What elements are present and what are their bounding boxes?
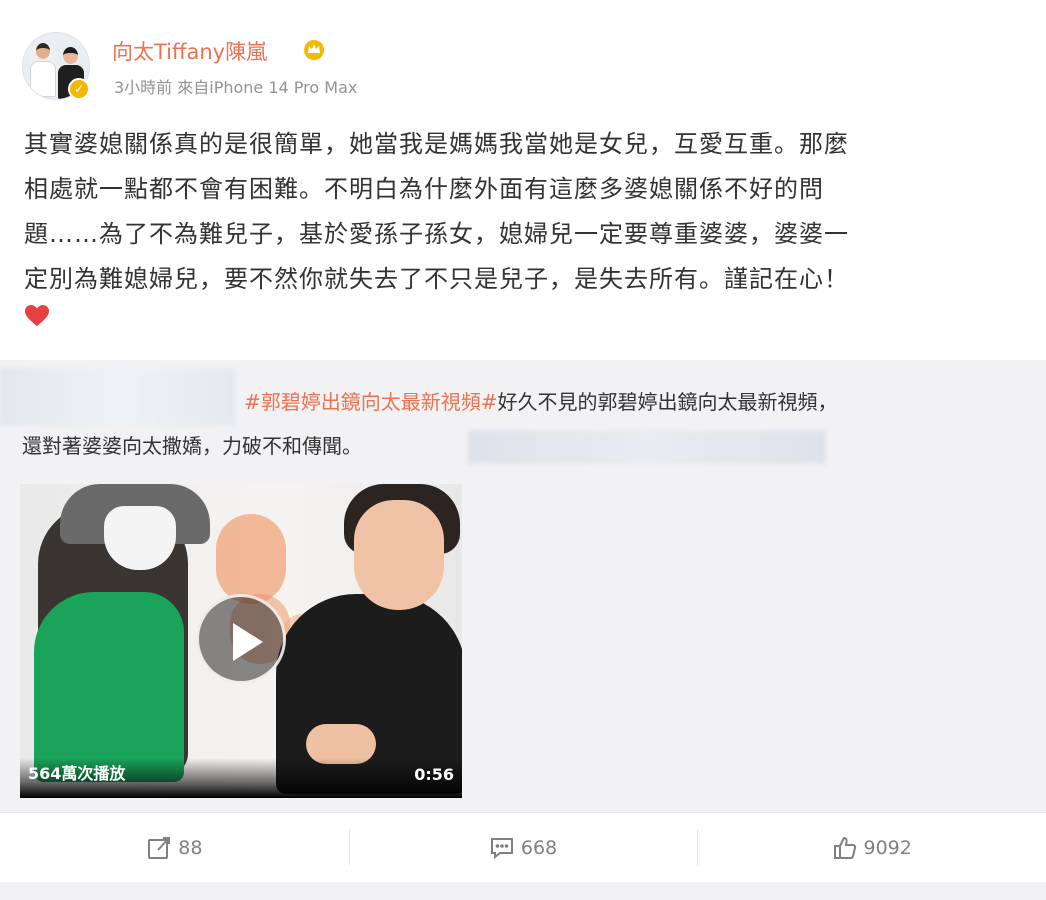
thumbs-up-icon	[833, 836, 856, 859]
post-text-line: 定別為難媳婦兒，要不然你就失去了不只是兒子，是失去所有。謹記在心！	[24, 265, 849, 293]
comment-count: 668	[520, 836, 558, 859]
comment-button[interactable]: 668	[348, 813, 698, 882]
post-meta: 3小時前 來自iPhone 14 Pro Max	[114, 78, 358, 97]
repost-text-line1: 好久不見的郭碧婷出鏡向太最新視頻，	[497, 390, 838, 414]
video-player[interactable]: 564萬次播放 0:56	[20, 484, 462, 798]
play-button[interactable]	[196, 594, 286, 684]
video-duration: 0:56	[414, 765, 454, 784]
blurred-source-name	[0, 368, 236, 426]
heart-emoji-icon	[25, 305, 49, 326]
hashtag-link[interactable]: #郭碧婷出鏡向太最新視頻#	[244, 390, 498, 414]
repost-section[interactable]: #郭碧婷出鏡向太最新視頻#好久不見的郭碧婷出鏡向太最新視頻， 還對著婆婆向太撒嬌…	[0, 360, 1046, 812]
post-body: 其實婆媳關係真的是很簡單，她當我是媽媽我當她是女兒，互愛互重。那麼 相處就一點都…	[24, 122, 1024, 302]
comment-icon	[490, 837, 513, 859]
share-edit-icon	[148, 836, 171, 859]
verified-badge-icon: ✓	[68, 78, 90, 100]
blurred-link	[468, 430, 826, 464]
post-text-line: 題……為了不為難兒子，基於愛孫子孫女，媳婦兒一定要尊重婆婆，婆婆一	[24, 220, 849, 248]
repost-count: 88	[178, 836, 203, 859]
author-name[interactable]: 向太Tiffany陳嵐	[112, 36, 267, 66]
post-text-line: 相處就一點都不會有困難。不明白為什麼外面有這麼多婆媳關係不好的問	[24, 175, 824, 203]
like-button[interactable]: 9092	[697, 813, 1046, 882]
like-count: 9092	[863, 836, 912, 859]
action-bar: 88 668 9092	[0, 812, 1046, 882]
weibo-post-card: ✓ 向太Tiffany陳嵐 3小時前 來自iPhone 14 Pro Max 其…	[0, 0, 1046, 900]
repost-text-line2: 還對著婆婆向太撒嬌，力破不和傳聞。	[22, 434, 362, 458]
post-text-line: 其實婆媳關係真的是很簡單，她當我是媽媽我當她是女兒，互愛互重。那麼	[24, 130, 849, 158]
repost-button[interactable]: 88	[0, 813, 349, 882]
play-icon	[233, 623, 263, 661]
crown-badge-icon	[304, 40, 324, 60]
video-play-count: 564萬次播放	[28, 764, 126, 783]
